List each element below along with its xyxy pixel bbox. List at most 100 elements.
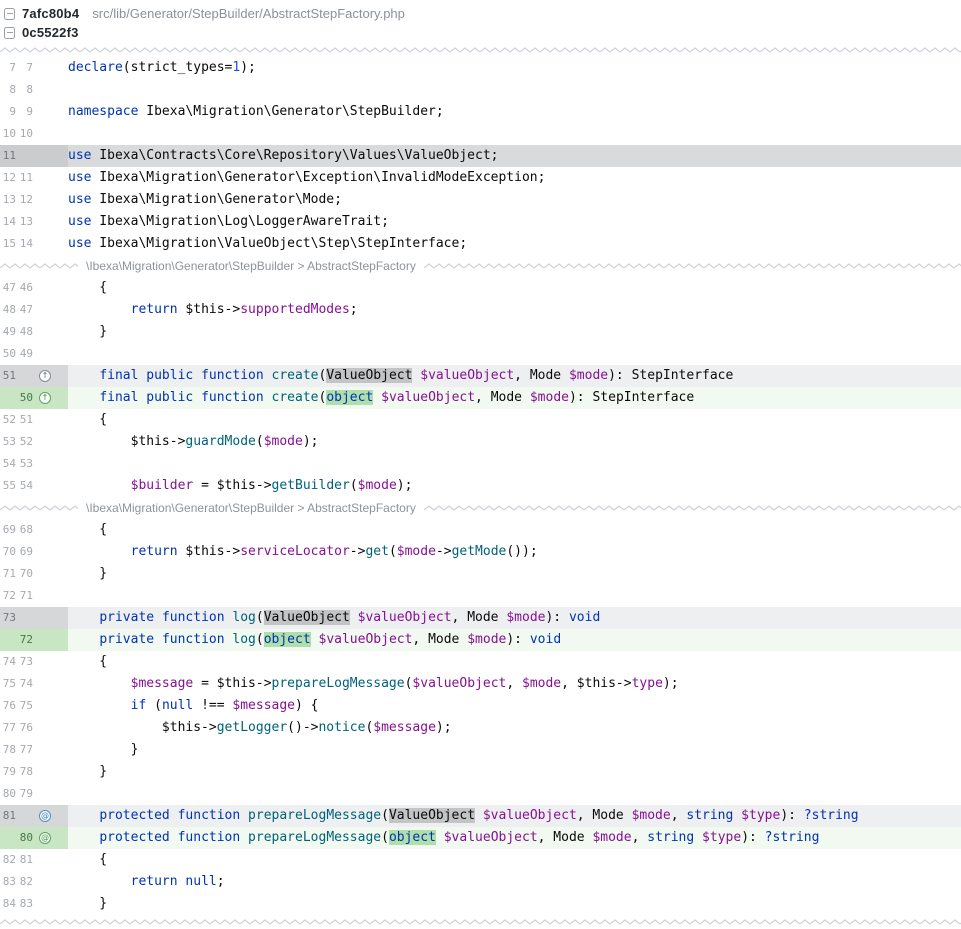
code-line[interactable]: 81@ protected function prepareLogMessage… (0, 805, 961, 827)
code-line[interactable]: 80@ protected function prepareLogMessage… (0, 827, 961, 849)
line-gutter: 7776 (0, 717, 68, 739)
line-gutter: 1514 (0, 233, 68, 255)
code-line[interactable]: 5554 $builder = $this->getBuilder($mode)… (0, 475, 961, 497)
line-gutter: 8483 (0, 893, 68, 915)
code-line[interactable]: 77declare(strict_types=1); (0, 57, 961, 79)
old-line-number: 80 (2, 783, 16, 805)
code-line[interactable]: 1312use Ibexa\Migration\Generator\Mode; (0, 189, 961, 211)
file-path: src/lib/Generator/StepBuilder/AbstractSt… (92, 6, 405, 21)
old-line-number: 13 (2, 189, 16, 211)
code-line[interactable]: 4948 } (0, 321, 961, 343)
new-line-number: 69 (18, 541, 33, 563)
code-line[interactable]: 7776 $this->getLogger()->notice($message… (0, 717, 961, 739)
new-line-number: 46 (18, 277, 33, 299)
code-text: { (68, 849, 961, 871)
code-line[interactable]: 50 ↑ final public function create(object … (0, 387, 961, 409)
code-text: { (68, 277, 961, 299)
code-line[interactable]: 99namespace Ibexa\Migration\Generator\St… (0, 101, 961, 123)
fold-wave-line (0, 504, 78, 512)
new-line-number: 13 (18, 211, 33, 233)
old-line-number: 53 (2, 431, 16, 453)
code-line[interactable]: 1211use Ibexa\Migration\Generator\Except… (0, 167, 961, 189)
code-line[interactable]: 8281 { (0, 849, 961, 871)
line-gutter: 4746 (0, 277, 68, 299)
code-text: if (null !== $message) { (68, 695, 961, 717)
annotated-method-icon[interactable]: @ (39, 810, 51, 822)
code-line[interactable]: 7574 $message = $this->prepareLogMessage… (0, 673, 961, 695)
code-line[interactable]: 4847 return $this->supportedModes; (0, 299, 961, 321)
old-line-number: 52 (2, 409, 16, 431)
line-gutter: 11 (0, 145, 68, 167)
code-text: { (68, 651, 961, 673)
line-gutter: 5049 (0, 343, 68, 365)
fold-separator[interactable] (0, 915, 961, 929)
code-line[interactable]: 7675 if (null !== $message) { (0, 695, 961, 717)
code-line[interactable]: 7069 return $this->serviceLocator->get($… (0, 541, 961, 563)
code-line[interactable]: 5453 (0, 453, 961, 475)
code-text: } (68, 893, 961, 915)
code-text: } (68, 321, 961, 343)
code-text: private function log(ValueObject $valueO… (68, 607, 961, 629)
annotated-method-icon[interactable]: @ (39, 832, 51, 844)
code-line[interactable]: 1010 (0, 123, 961, 145)
old-line-number: 78 (2, 739, 16, 761)
code-line[interactable]: 7170 } (0, 563, 961, 585)
line-gutter: 6968 (0, 519, 68, 541)
fold-wave-line (0, 262, 78, 270)
fold-separator[interactable]: \Ibexa\Migration\Generator\StepBuilder >… (0, 497, 961, 519)
line-gutter: 73 (0, 607, 68, 629)
code-line[interactable]: 11use Ibexa\Contracts\Core\Repository\Va… (0, 145, 961, 167)
old-line-number: 83 (2, 871, 16, 893)
code-line[interactable]: 7271 (0, 585, 961, 607)
line-gutter: 5352 (0, 431, 68, 453)
new-line-number: 50 (18, 387, 33, 409)
new-line-number: 49 (18, 343, 33, 365)
code-line[interactable]: 72 private function log(object $valueObj… (0, 629, 961, 651)
new-line-number: 7 (18, 57, 33, 79)
code-line[interactable]: 8079 (0, 783, 961, 805)
old-line-number: 72 (2, 585, 16, 607)
code-line[interactable]: 8483 } (0, 893, 961, 915)
commit-row-new: 0c5522f3 (4, 23, 955, 42)
code-line[interactable]: 1514use Ibexa\Migration\ValueObject\Step… (0, 233, 961, 255)
new-line-number: 54 (18, 475, 33, 497)
code-line[interactable]: 6968 { (0, 519, 961, 541)
old-line-number: 74 (2, 651, 16, 673)
code-line[interactable]: 51↑ final public function create(ValueOb… (0, 365, 961, 387)
override-method-icon[interactable]: ↑ (39, 392, 51, 404)
code-text (68, 783, 961, 805)
gutter-icon-cell: ↑ (37, 370, 53, 382)
commit-row-old: 7afc80b4 src/lib/Generator/StepBuilder/A… (4, 4, 955, 23)
override-method-icon[interactable]: ↑ (39, 370, 51, 382)
code-line[interactable]: 4746 { (0, 277, 961, 299)
code-line[interactable]: 5352 $this->guardMode($mode); (0, 431, 961, 453)
old-line-number: 47 (2, 277, 16, 299)
code-text (68, 343, 961, 365)
fold-separator[interactable]: \Ibexa\Migration\Generator\StepBuilder >… (0, 255, 961, 277)
code-line[interactable]: 7877 } (0, 739, 961, 761)
code-line[interactable]: 8382 return null; (0, 871, 961, 893)
commit-icon (4, 8, 15, 20)
fold-wave-line (0, 46, 961, 54)
line-gutter: 88 (0, 79, 68, 101)
line-gutter: 7675 (0, 695, 68, 717)
new-line-number: 53 (18, 453, 33, 475)
code-text (68, 585, 961, 607)
old-line-number: 84 (2, 893, 16, 915)
fold-separator[interactable] (0, 43, 961, 57)
code-line[interactable]: 7473 { (0, 651, 961, 673)
new-line-number: 11 (18, 167, 33, 189)
line-gutter: 5251 (0, 409, 68, 431)
new-line-number: 12 (18, 189, 33, 211)
code-line[interactable]: 5251 { (0, 409, 961, 431)
new-line-number: 48 (18, 321, 33, 343)
code-line[interactable]: 5049 (0, 343, 961, 365)
code-text: final public function create(object $val… (68, 387, 961, 409)
code-text: use Ibexa\Migration\Generator\Exception\… (68, 167, 961, 189)
code-line[interactable]: 7978 } (0, 761, 961, 783)
code-line[interactable]: 88 (0, 79, 961, 101)
code-line[interactable]: 1413use Ibexa\Migration\Log\LoggerAwareT… (0, 211, 961, 233)
fold-wave-line (424, 504, 961, 512)
old-line-number: 10 (2, 123, 16, 145)
code-line[interactable]: 73 private function log(ValueObject $val… (0, 607, 961, 629)
